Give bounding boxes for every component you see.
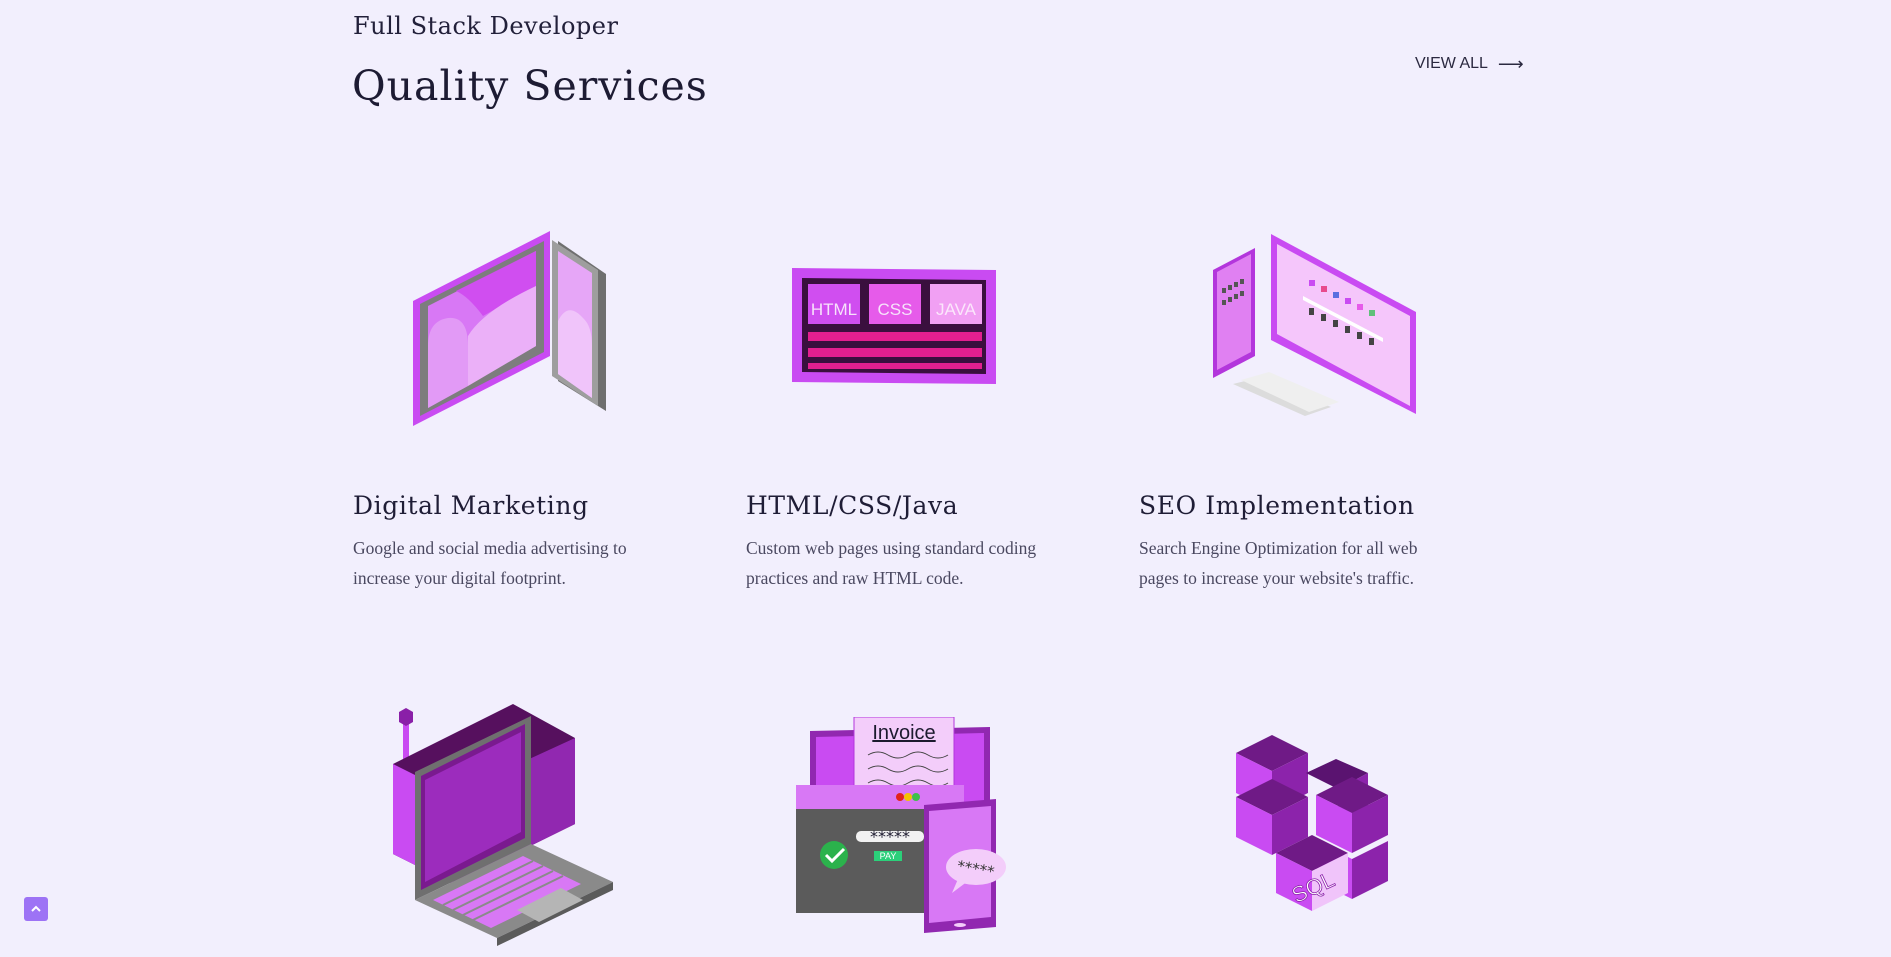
section-eyebrow: Full Stack Developer: [353, 12, 619, 40]
chevron-up-icon: [31, 905, 41, 912]
code-monitor-icon: HTML CSS JAVA: [792, 268, 996, 384]
view-all-label: VIEW ALL: [1415, 55, 1488, 72]
seo-screens-icon: [1213, 234, 1416, 416]
scroll-to-top-button[interactable]: [24, 897, 48, 921]
service-title: HTML/CSS/Java: [746, 491, 959, 520]
service-description: Custom web pages using standard coding p…: [746, 538, 1037, 588]
art-label-password: *****: [870, 827, 910, 846]
invoice-payment-icon: Invoice ***** PAY *****: [796, 717, 1006, 933]
service-title: SEO Implementation: [1139, 491, 1415, 520]
arrow-right-icon: ⟶: [1497, 54, 1524, 74]
art-label-html: HTML: [811, 300, 857, 319]
sql-cubes-icon: SQL: [1236, 735, 1388, 911]
service-description: Search Engine Optimization for all web p…: [1139, 538, 1418, 588]
view-all-link[interactable]: VIEW ALL ⟶: [1415, 55, 1524, 73]
art-label-pay: PAY: [880, 851, 897, 861]
tablet-screens-icon: [413, 231, 606, 426]
service-description: Google and social media advertising to i…: [353, 538, 627, 588]
art-label-css: CSS: [878, 300, 913, 319]
art-label-java: JAVA: [936, 300, 977, 319]
page-title: Quality Services: [352, 62, 708, 110]
art-label-invoice: Invoice: [872, 722, 935, 744]
service-title: Digital Marketing: [353, 491, 589, 520]
laptop-server-icon: [393, 704, 613, 946]
